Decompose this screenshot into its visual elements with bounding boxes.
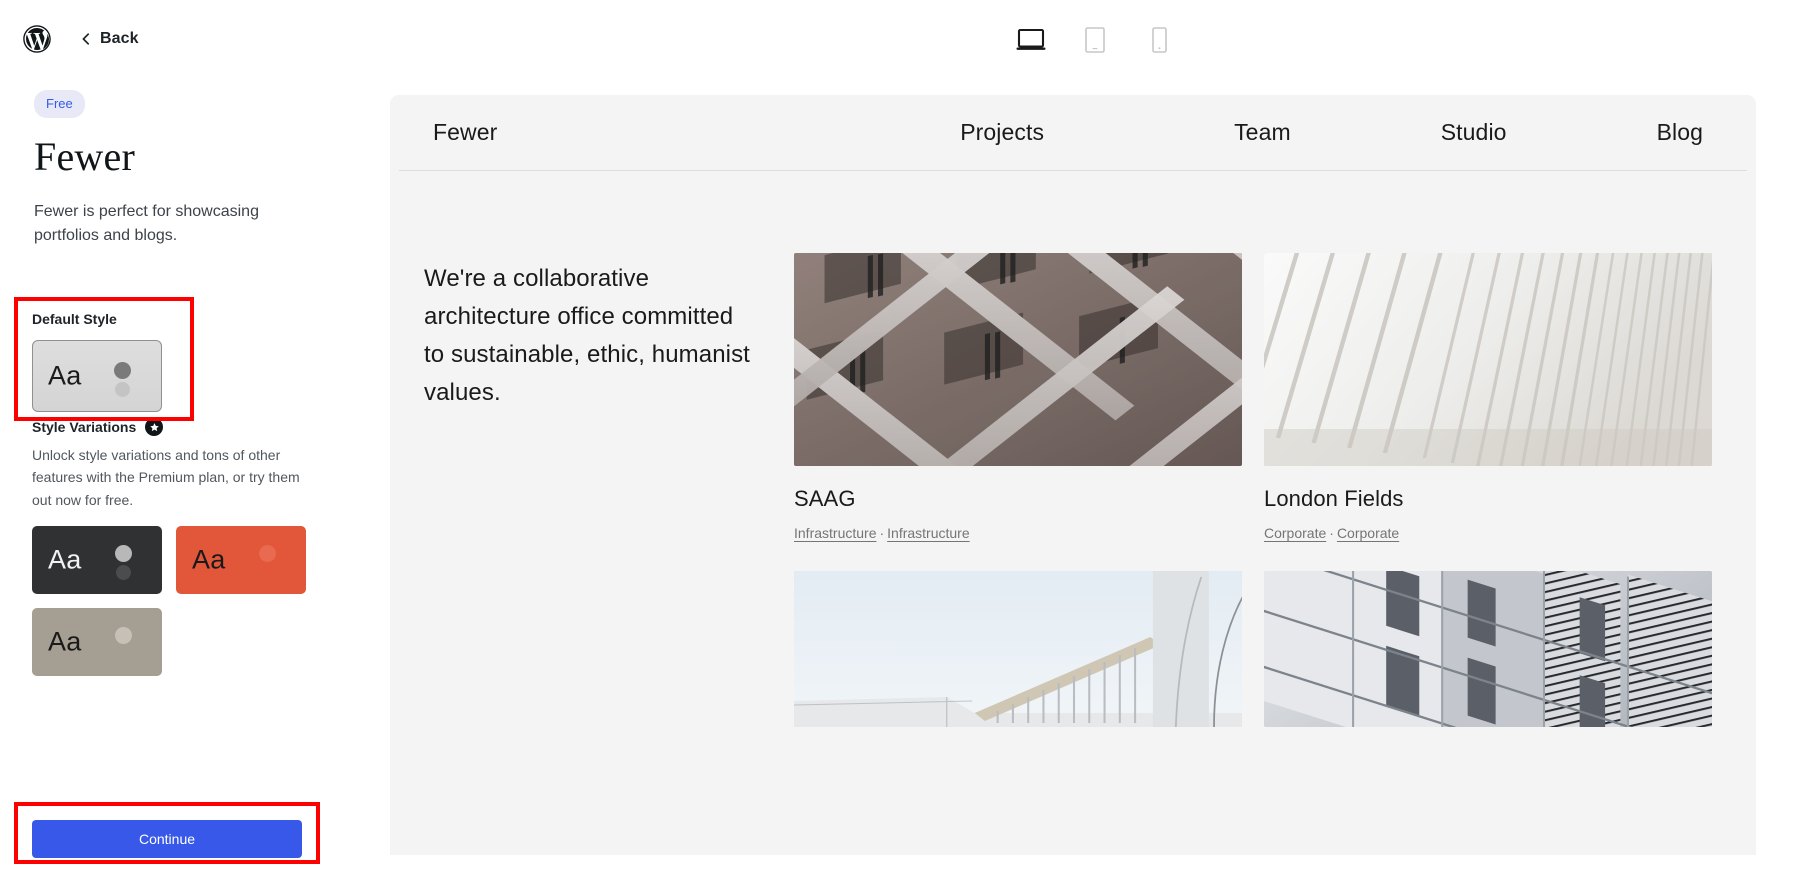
- back-button[interactable]: Back: [80, 30, 139, 48]
- project-title: London Fields: [1264, 486, 1712, 512]
- preview-nav-item-blog[interactable]: Blog: [1657, 119, 1703, 146]
- white-railing-sky-photo: [794, 571, 1242, 727]
- preview-nav-item-studio[interactable]: Studio: [1441, 119, 1507, 146]
- chevron-left-icon: [80, 33, 92, 45]
- preview-projects-column: SAAG Infrastructure·Infrastructure: [794, 253, 1712, 727]
- style-variation-dot-large: [259, 545, 276, 562]
- wordpress-logo-icon[interactable]: [22, 24, 52, 54]
- project-tags: Corporate·Corporate: [1264, 525, 1712, 541]
- device-preview-toolbar: [390, 0, 1800, 80]
- tag-separator: ·: [1326, 525, 1337, 541]
- style-variation-orange[interactable]: Aa: [176, 526, 306, 594]
- project-card-3[interactable]: [794, 571, 1242, 727]
- project-card-london-fields[interactable]: London Fields Corporate·Corporate: [1264, 253, 1712, 541]
- default-style-sample-text: Aa: [48, 362, 82, 389]
- project-tag[interactable]: Infrastructure: [794, 525, 876, 541]
- site-preview-canvas: Fewer Projects Team Studio Blog We're a …: [390, 95, 1756, 855]
- desktop-icon[interactable]: [1014, 23, 1048, 57]
- preview-projects-grid-row1: SAAG Infrastructure·Infrastructure: [794, 253, 1712, 541]
- sidebar-header: Free Fewer Fewer is perfect for showcasi…: [0, 78, 390, 248]
- project-tags: Infrastructure·Infrastructure: [794, 525, 1242, 541]
- preview-hero-text: We're a collaborative architecture offic…: [424, 253, 754, 727]
- preview-area: Fewer Projects Team Studio Blog We're a …: [390, 0, 1800, 885]
- style-variation-taupe[interactable]: Aa: [32, 608, 162, 676]
- back-button-label: Back: [100, 30, 139, 48]
- theme-description: Fewer is perfect for showcasing portfoli…: [34, 200, 294, 248]
- style-variation-dot-small: [116, 565, 131, 580]
- theme-name: Fewer: [34, 136, 356, 178]
- default-style-dot-large: [114, 362, 131, 379]
- style-variations-description: Unlock style variations and tons of othe…: [32, 444, 304, 511]
- preview-hero-row: We're a collaborative architecture offic…: [390, 171, 1756, 727]
- theme-picker-screen: Back Free Fewer Fewer is perfect for sho…: [0, 0, 1800, 885]
- tag-separator: ·: [876, 525, 887, 541]
- style-variation-sample-text: Aa: [48, 547, 82, 574]
- style-variation-dot-large: [115, 627, 132, 644]
- project-tag[interactable]: Corporate: [1337, 525, 1399, 541]
- default-style-swatch[interactable]: Aa: [32, 340, 162, 412]
- white-fluted-panels-photo: [1264, 253, 1712, 466]
- style-variations-header: Style Variations: [32, 418, 163, 436]
- style-variations-label: Style Variations: [32, 419, 136, 436]
- style-variations-grid: Aa Aa Aa: [32, 526, 308, 676]
- style-variation-dot-large: [115, 545, 132, 562]
- continue-button[interactable]: Continue: [32, 820, 302, 858]
- default-style-label: Default Style: [32, 311, 178, 328]
- default-style-dot-small: [115, 382, 130, 397]
- preview-projects-grid-row2: [794, 571, 1712, 727]
- style-variation-dark[interactable]: Aa: [32, 526, 162, 594]
- project-card-saag[interactable]: SAAG Infrastructure·Infrastructure: [794, 253, 1242, 541]
- preview-site-nav: Fewer Projects Team Studio Blog: [399, 95, 1747, 171]
- sidebar-topbar: Back: [0, 0, 390, 78]
- project-title: SAAG: [794, 486, 1242, 512]
- mobile-icon[interactable]: [1142, 23, 1176, 57]
- star-badge-icon: [145, 418, 163, 436]
- theme-sidebar: Back Free Fewer Fewer is perfect for sho…: [0, 0, 390, 885]
- project-tag[interactable]: Corporate: [1264, 525, 1326, 541]
- preview-nav-links: Projects Team Studio Blog: [960, 119, 1703, 146]
- preview-nav-item-team[interactable]: Team: [1234, 119, 1291, 146]
- project-tag[interactable]: Infrastructure: [887, 525, 969, 541]
- brutalist-concrete-facade-photo: [794, 253, 1242, 466]
- preview-nav-item-projects[interactable]: Projects: [960, 119, 1044, 146]
- grey-glass-facade-photo: [1264, 571, 1712, 727]
- tablet-icon[interactable]: [1078, 23, 1112, 57]
- style-variation-sample-text: Aa: [48, 629, 82, 656]
- style-variation-sample-text: Aa: [192, 547, 226, 574]
- project-card-4[interactable]: [1264, 571, 1712, 727]
- preview-site-title: Fewer: [433, 119, 497, 146]
- free-badge: Free: [34, 90, 85, 118]
- default-style-section: Default Style Aa: [32, 311, 178, 412]
